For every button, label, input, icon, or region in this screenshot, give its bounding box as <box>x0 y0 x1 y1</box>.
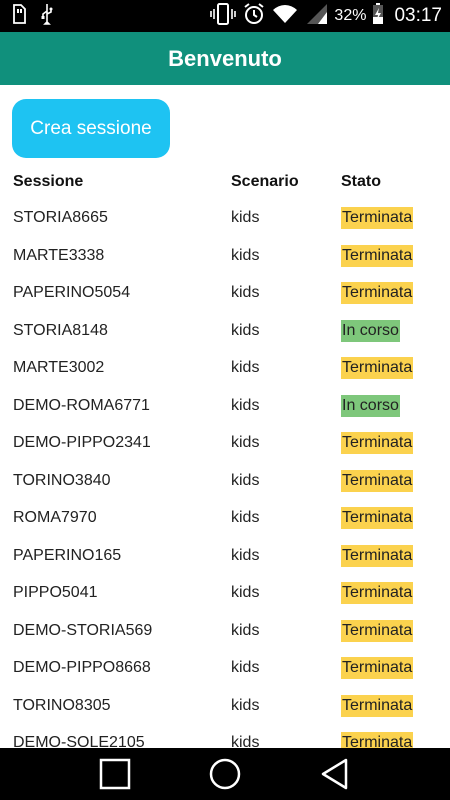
session-scenario: kids <box>231 434 260 451</box>
session-scenario: kids <box>231 321 260 339</box>
status-badge: Terminata <box>341 469 414 492</box>
back-button[interactable] <box>305 748 365 800</box>
session-scenario: kids <box>231 546 260 564</box>
clock: 03:17 <box>394 5 442 26</box>
table-row[interactable]: MARTE3002 kids Terminata <box>0 357 450 395</box>
table-row[interactable]: STORIA8665 kids Terminata <box>0 207 450 245</box>
session-name: STORIA8665 <box>13 209 108 226</box>
usb-icon <box>40 3 54 30</box>
status-badge: In corso <box>341 394 400 417</box>
session-name: DEMO-PIPPO2341 <box>13 434 151 451</box>
navigation-bar <box>0 748 450 800</box>
session-list: STORIA8665 kids Terminata MARTE3338 kids Ter… <box>0 207 450 748</box>
header-session: Sessione <box>13 173 84 190</box>
status-badge: Terminata <box>341 207 414 229</box>
status-badge: Terminata <box>341 732 414 748</box>
alarm-icon <box>242 2 266 31</box>
sd-card-icon <box>12 3 26 29</box>
status-badge: Terminata <box>341 694 414 717</box>
session-scenario: kids <box>231 359 260 376</box>
session-name: PAPERINO5054 <box>13 284 131 301</box>
home-button[interactable] <box>195 748 255 800</box>
table-row[interactable]: ROMA7970 kids Terminata <box>0 507 450 545</box>
table-header: Sessione Scenario Stato <box>0 173 450 195</box>
app-bar: Benvenuto <box>0 32 450 85</box>
status-badge: Terminata <box>341 619 414 642</box>
status-badge: Terminata <box>341 244 414 267</box>
session-scenario: kids <box>231 509 260 526</box>
battery-charging-icon <box>372 2 384 30</box>
page-title: Benvenuto <box>168 45 282 71</box>
session-name: PIPPO5041 <box>13 584 98 601</box>
table-row[interactable]: DEMO-ROMA6771 kids In corso <box>0 394 450 433</box>
session-scenario: kids <box>231 621 260 639</box>
table-row[interactable]: DEMO-PIPPO8668 kids Terminata <box>0 657 450 695</box>
status-badge: Terminata <box>341 657 414 679</box>
status-badge: Terminata <box>341 544 414 567</box>
battery-percent: 32% <box>334 7 367 24</box>
table-row[interactable]: DEMO-STORIA569 kids Terminata <box>0 619 450 658</box>
table-row[interactable]: PIPPO5041 kids Terminata <box>0 582 450 620</box>
status-badge: Terminata <box>341 357 414 379</box>
back-icon <box>321 758 348 790</box>
session-name: PAPERINO165 <box>13 546 122 564</box>
session-scenario: kids <box>231 584 260 601</box>
status-badge: Terminata <box>341 582 414 604</box>
status-badge: Terminata <box>341 282 414 304</box>
main-content[interactable]: Crea sessione Sessione Scenario Stato ST… <box>0 85 450 748</box>
recent-apps-icon <box>99 758 131 790</box>
session-name: ROMA7970 <box>13 509 97 526</box>
status-badge: In corso <box>341 319 400 342</box>
status-bar-right: 32% 03:17 <box>210 2 450 31</box>
session-name: TORINO3840 <box>13 471 111 489</box>
header-scenario: Scenario <box>231 173 299 190</box>
home-icon <box>209 758 241 790</box>
session-name: DEMO-PIPPO8668 <box>13 659 151 676</box>
phone-vibrate-icon <box>210 2 237 30</box>
session-scenario: kids <box>231 659 260 676</box>
session-name: DEMO-STORIA569 <box>13 621 153 639</box>
wifi-icon <box>272 4 298 29</box>
status-badge: Terminata <box>341 432 414 454</box>
status-bar: 32% 03:17 <box>0 0 450 32</box>
session-name: STORIA8148 <box>13 321 108 339</box>
session-scenario: kids <box>231 246 260 264</box>
session-name: MARTE3002 <box>13 359 105 376</box>
table-row[interactable]: STORIA8148 kids In corso <box>0 319 450 358</box>
table-row[interactable]: PAPERINO5054 kids Terminata <box>0 282 450 320</box>
status-bar-left <box>0 3 54 30</box>
header-status: Stato <box>341 173 381 190</box>
table-row[interactable]: PAPERINO165 kids Terminata <box>0 544 450 583</box>
table-row[interactable]: MARTE3338 kids Terminata <box>0 244 450 283</box>
signal-icon <box>304 3 328 30</box>
status-badge: Terminata <box>341 507 414 529</box>
session-scenario: kids <box>231 284 260 301</box>
table-row[interactable]: TORINO8305 kids Terminata <box>0 694 450 733</box>
session-name: TORINO8305 <box>13 696 111 714</box>
session-scenario: kids <box>231 471 260 489</box>
session-scenario: kids <box>231 696 260 714</box>
table-row[interactable]: TORINO3840 kids Terminata <box>0 469 450 508</box>
session-name: MARTE3338 <box>13 246 105 264</box>
create-session-button[interactable]: Crea sessione <box>12 99 170 158</box>
session-scenario: kids <box>231 209 260 226</box>
table-row[interactable]: DEMO-PIPPO2341 kids Terminata <box>0 432 450 470</box>
recent-apps-button[interactable] <box>85 748 145 800</box>
session-scenario: kids <box>231 734 260 748</box>
table-row[interactable]: DEMO-SOLE2105 kids Terminata <box>0 732 450 748</box>
session-scenario: kids <box>231 396 260 414</box>
session-name: DEMO-SOLE2105 <box>13 734 145 748</box>
session-name: DEMO-ROMA6771 <box>13 396 150 414</box>
